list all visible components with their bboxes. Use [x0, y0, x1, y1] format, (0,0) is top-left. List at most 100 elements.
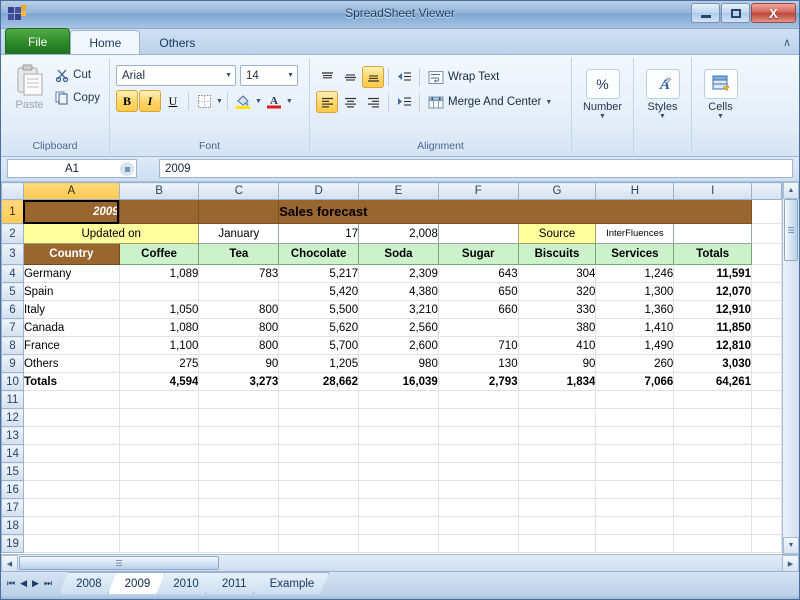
horizontal-scrollbar[interactable]: ◀ ☰ ▶ — [1, 554, 799, 571]
cell-g2[interactable]: Source — [517, 223, 597, 244]
cell-h3[interactable]: Services — [595, 243, 675, 265]
merge-center-dropdown-icon[interactable]: ▼ — [545, 99, 552, 106]
cell-j7[interactable] — [751, 318, 782, 337]
cell-e5[interactable]: 4,380 — [358, 282, 439, 301]
text-color-dropdown-icon[interactable]: ▼ — [286, 98, 293, 105]
text-color-button[interactable]: A — [263, 90, 285, 112]
cell-i18[interactable] — [673, 516, 753, 535]
align-center-button[interactable] — [339, 91, 361, 113]
cell-b17[interactable] — [119, 498, 200, 517]
cell-b10[interactable]: 4,594 — [119, 372, 200, 391]
borders-dropdown-icon[interactable]: ▼ — [216, 98, 223, 105]
cell-e14[interactable] — [358, 444, 439, 463]
cell-i19[interactable] — [673, 534, 753, 553]
cell-a13[interactable] — [23, 426, 120, 445]
cell-j1[interactable] — [751, 199, 782, 224]
cell-d18[interactable] — [278, 516, 360, 535]
select-all-corner[interactable] — [1, 182, 24, 200]
cell-i10[interactable]: 64,261 — [673, 372, 753, 391]
cell-c1[interactable] — [198, 199, 280, 224]
cell-g4[interactable]: 304 — [518, 264, 597, 283]
cell-a11[interactable] — [23, 390, 120, 409]
tab-others[interactable]: Others — [140, 30, 214, 54]
cell-j2[interactable] — [751, 223, 782, 244]
tab-file[interactable]: File — [5, 28, 71, 54]
bold-button[interactable]: B — [116, 90, 138, 112]
cell-i5[interactable]: 12,070 — [673, 282, 753, 301]
cell-i17[interactable] — [673, 498, 753, 517]
cell-c5[interactable] — [198, 282, 280, 301]
row-header-19[interactable]: 19 — [1, 534, 24, 553]
next-sheet-icon[interactable]: ▶ — [32, 578, 39, 589]
cell-d10[interactable]: 28,662 — [278, 372, 360, 391]
cell-g17[interactable] — [518, 498, 597, 517]
sheet-tab-2011[interactable]: 2011 — [205, 572, 262, 594]
cell-e15[interactable] — [358, 462, 439, 481]
row-header-12[interactable]: 12 — [1, 408, 24, 427]
cell-c13[interactable] — [198, 426, 280, 445]
cell-c12[interactable] — [198, 408, 280, 427]
font-size-select[interactable]: 14 ▼ — [240, 65, 298, 86]
cell-b13[interactable] — [119, 426, 200, 445]
vertical-scroll-track[interactable] — [783, 261, 799, 537]
horizontal-scroll-thumb[interactable]: ☰ — [19, 556, 219, 570]
cell-g14[interactable] — [518, 444, 597, 463]
cell-h4[interactable]: 1,246 — [595, 264, 675, 283]
cell-a7[interactable]: Canada — [23, 318, 120, 337]
cell-i2[interactable] — [673, 223, 753, 244]
cell-g16[interactable] — [518, 480, 597, 499]
row-header-16[interactable]: 16 — [1, 480, 24, 499]
horizontal-scroll-track[interactable] — [220, 555, 782, 571]
sheet-tab-2010[interactable]: 2010 — [156, 572, 214, 594]
cell-d9[interactable]: 1,205 — [278, 354, 360, 373]
increase-indent-button[interactable] — [393, 91, 415, 113]
styles-button[interactable]: A Styles ▼ — [640, 67, 685, 120]
cell-e8[interactable]: 2,600 — [358, 336, 439, 355]
cell-c14[interactable] — [198, 444, 280, 463]
cells-dropdown-icon[interactable]: ▼ — [717, 113, 724, 120]
sheet-tab-example[interactable]: Example — [253, 572, 330, 594]
paste-button[interactable]: Paste — [7, 61, 52, 111]
cell-e19[interactable] — [358, 534, 439, 553]
cell-c17[interactable] — [198, 498, 280, 517]
row-header-4[interactable]: 4 — [1, 264, 24, 283]
cell-d7[interactable]: 5,620 — [278, 318, 360, 337]
cell-d17[interactable] — [278, 498, 360, 517]
cell-f10[interactable]: 2,793 — [438, 372, 519, 391]
cell-j19[interactable] — [751, 534, 782, 553]
cell-f12[interactable] — [438, 408, 519, 427]
row-header-15[interactable]: 15 — [1, 462, 24, 481]
cell-h17[interactable] — [595, 498, 675, 517]
cell-i14[interactable] — [673, 444, 753, 463]
cell-f15[interactable] — [438, 462, 519, 481]
cell-b12[interactable] — [119, 408, 200, 427]
align-bottom-button[interactable] — [362, 66, 384, 88]
row-header-1[interactable]: 1 — [1, 199, 24, 224]
cell-f6[interactable]: 660 — [438, 300, 519, 319]
row-header-5[interactable]: 5 — [1, 282, 24, 301]
cell-h7[interactable]: 1,410 — [595, 318, 675, 337]
cell-g12[interactable] — [518, 408, 597, 427]
cell-a1[interactable]: 2009 — [23, 199, 120, 224]
merge-and-center-button[interactable]: Merge And Center ▼ — [424, 91, 556, 113]
scroll-up-button[interactable]: ▲ — [783, 182, 799, 199]
borders-button[interactable] — [193, 90, 215, 112]
cell-j4[interactable] — [751, 264, 782, 283]
cell-b3[interactable]: Coffee — [118, 243, 200, 265]
row-header-7[interactable]: 7 — [1, 318, 24, 337]
cell-f5[interactable]: 650 — [438, 282, 519, 301]
cell-i9[interactable]: 3,030 — [673, 354, 753, 373]
cell-e18[interactable] — [358, 516, 439, 535]
fill-color-dropdown-icon[interactable]: ▼ — [255, 98, 262, 105]
name-box[interactable]: A1 — [7, 159, 137, 178]
cell-c4[interactable]: 783 — [198, 264, 280, 283]
styles-dropdown-icon[interactable]: ▼ — [659, 113, 666, 120]
cell-j14[interactable] — [751, 444, 782, 463]
cell-e12[interactable] — [358, 408, 439, 427]
cell-a4[interactable]: Germany — [23, 264, 120, 283]
cell-f16[interactable] — [438, 480, 519, 499]
row-header-2[interactable]: 2 — [1, 223, 24, 244]
cell-a19[interactable] — [23, 534, 120, 553]
cell-j8[interactable] — [751, 336, 782, 355]
cell-d5[interactable]: 5,420 — [278, 282, 360, 301]
